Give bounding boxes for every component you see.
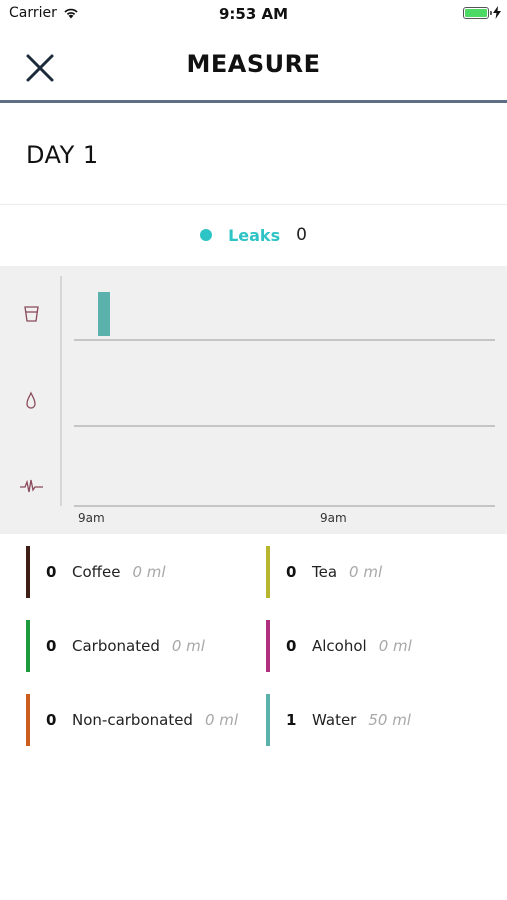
status-bar: Carrier 9:53 AM <box>0 0 507 28</box>
drink-item-coffee[interactable]: 0 Coffee 0 ml <box>26 546 166 598</box>
pulse-icon <box>20 479 43 493</box>
x-tick-label: 9am <box>78 511 105 525</box>
drink-item-tea[interactable]: 0 Tea 0 ml <box>266 546 382 598</box>
drink-color-bar <box>26 620 30 672</box>
drink-name: Tea <box>312 563 338 581</box>
chart-bar-drinks <box>98 292 110 336</box>
drink-color-bar <box>266 546 270 598</box>
drink-name: Alcohol <box>312 637 367 655</box>
drink-name: Non-carbonated <box>72 711 193 729</box>
drink-count: 0 <box>46 563 57 581</box>
day-chart[interactable]: 9am 9am <box>0 266 507 534</box>
day-title: DAY 1 <box>26 141 99 169</box>
chart-svg <box>20 276 495 507</box>
x-tick-label: 9am <box>320 511 347 525</box>
drink-color-bar <box>266 694 270 746</box>
drink-color-bar <box>266 620 270 672</box>
battery-icon <box>463 6 492 19</box>
drink-count: 0 <box>286 637 297 655</box>
status-right <box>463 6 501 19</box>
page-title: MEASURE <box>186 50 321 78</box>
drink-color-bar <box>26 694 30 746</box>
drink-volume: 0 ml <box>171 637 205 655</box>
drink-count: 0 <box>286 563 297 581</box>
nav-bar: MEASURE <box>0 28 507 103</box>
drink-name: Carbonated <box>72 637 160 655</box>
charging-bolt-icon <box>493 6 501 19</box>
drink-volume: 0 ml <box>204 711 239 729</box>
leaks-count: 0 <box>296 225 307 245</box>
drink-name: Coffee <box>72 563 121 581</box>
drink-volume: 50 ml <box>368 711 411 729</box>
status-time: 9:53 AM <box>218 5 289 23</box>
drink-item-carbonated[interactable]: 0 Carbonated 0 ml <box>26 620 205 672</box>
drink-item-non-carbonated[interactable]: 0 Non-carbonated 0 ml <box>26 694 238 746</box>
drink-count: 1 <box>286 711 297 729</box>
drink-volume: 0 ml <box>132 563 166 581</box>
leaks-dot-icon <box>200 229 213 241</box>
drink-volume: 0 ml <box>378 637 412 655</box>
drink-color-bar <box>26 546 30 598</box>
day-header: DAY 1 <box>0 103 507 205</box>
cup-icon <box>24 306 39 322</box>
drink-count: 0 <box>46 711 57 729</box>
drink-count: 0 <box>46 637 57 655</box>
leaks-label: Leaks <box>228 225 281 245</box>
drink-volume: 0 ml <box>349 563 383 581</box>
drink-name: Water <box>312 711 357 729</box>
drop-icon <box>26 391 36 409</box>
drink-item-water[interactable]: 1 Water 50 ml <box>266 694 411 746</box>
leaks-legend: Leaks 0 <box>0 205 507 265</box>
drink-item-alcohol[interactable]: 0 Alcohol 0 ml <box>266 620 412 672</box>
